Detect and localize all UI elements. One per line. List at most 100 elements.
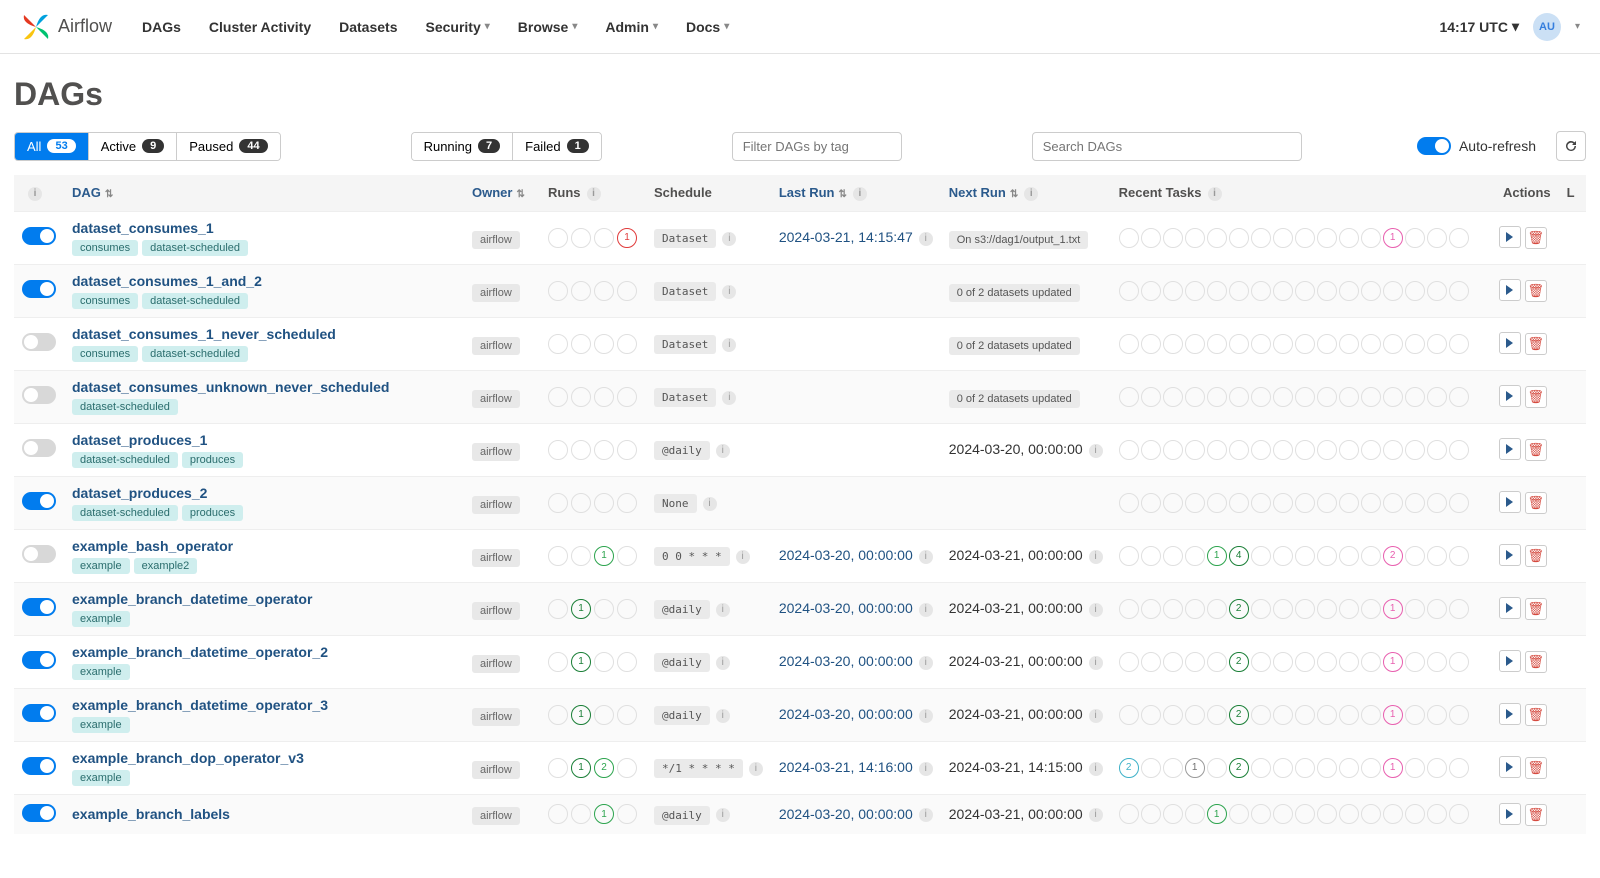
run-status-circle[interactable] — [617, 281, 637, 301]
col-owner[interactable]: Owner⇅ — [464, 175, 540, 211]
task-status-circle[interactable] — [1185, 228, 1205, 248]
task-status-circle[interactable] — [1427, 758, 1447, 778]
task-status-circle[interactable] — [1273, 599, 1293, 619]
task-status-circle[interactable] — [1119, 804, 1139, 824]
run-status-circle[interactable] — [594, 281, 614, 301]
task-status-circle[interactable] — [1229, 493, 1249, 513]
task-status-circle[interactable] — [1383, 440, 1403, 460]
run-status-circle[interactable] — [594, 440, 614, 460]
dag-link[interactable]: example_branch_labels — [72, 806, 230, 822]
filter-paused[interactable]: Paused 44 — [177, 133, 279, 160]
brand[interactable]: Airflow — [20, 11, 112, 43]
task-status-circle[interactable] — [1207, 440, 1227, 460]
dag-link[interactable]: example_bash_operator — [72, 538, 233, 554]
run-status-circle[interactable] — [571, 493, 591, 513]
info-icon[interactable]: i — [703, 497, 717, 511]
task-status-circle[interactable] — [1185, 804, 1205, 824]
run-status-circle[interactable] — [548, 758, 568, 778]
tag-chip[interactable]: dataset-scheduled — [72, 399, 178, 415]
dag-enable-toggle[interactable] — [22, 439, 56, 457]
run-status-circle[interactable] — [571, 387, 591, 407]
tag-chip[interactable]: example — [72, 664, 130, 680]
task-status-circle[interactable] — [1119, 281, 1139, 301]
auto-refresh-toggle[interactable] — [1417, 137, 1451, 155]
task-status-circle[interactable] — [1295, 334, 1315, 354]
trigger-button[interactable] — [1499, 279, 1521, 301]
task-status-circle[interactable] — [1251, 387, 1271, 407]
search-input[interactable] — [1032, 132, 1302, 161]
task-status-circle[interactable] — [1207, 652, 1227, 672]
dag-enable-toggle[interactable] — [22, 704, 56, 722]
tag-chip[interactable]: consumes — [72, 293, 138, 309]
filter-active[interactable]: Active 9 — [89, 133, 178, 160]
task-status-circle[interactable] — [1449, 334, 1469, 354]
task-status-circle[interactable] — [1317, 546, 1337, 566]
avatar[interactable]: AU — [1533, 13, 1561, 41]
task-status-circle[interactable] — [1449, 493, 1469, 513]
task-status-circle[interactable] — [1449, 228, 1469, 248]
run-status-circle[interactable]: 1 — [571, 705, 591, 725]
task-status-circle[interactable] — [1295, 493, 1315, 513]
task-status-circle[interactable] — [1163, 599, 1183, 619]
task-status-circle[interactable] — [1141, 599, 1161, 619]
task-status-circle[interactable] — [1405, 652, 1425, 672]
task-status-circle[interactable] — [1273, 228, 1293, 248]
task-status-circle[interactable] — [1273, 652, 1293, 672]
dag-enable-toggle[interactable] — [22, 386, 56, 404]
tag-chip[interactable]: example — [72, 558, 130, 574]
nav-item-admin[interactable]: Admin▾ — [605, 19, 658, 35]
filter-failed[interactable]: Failed 1 — [513, 133, 601, 160]
run-status-circle[interactable] — [617, 440, 637, 460]
task-status-circle[interactable] — [1295, 804, 1315, 824]
delete-button[interactable]: 🗑 — [1525, 757, 1547, 779]
info-icon[interactable]: i — [919, 656, 933, 670]
task-status-circle[interactable] — [1251, 705, 1271, 725]
schedule-chip[interactable]: @daily — [654, 441, 710, 460]
task-status-circle[interactable] — [1119, 599, 1139, 619]
dag-enable-toggle[interactable] — [22, 757, 56, 775]
nav-item-docs[interactable]: Docs▾ — [686, 19, 729, 35]
task-status-circle[interactable] — [1339, 228, 1359, 248]
run-status-circle[interactable] — [617, 599, 637, 619]
nav-item-browse[interactable]: Browse▾ — [518, 19, 578, 35]
task-status-circle[interactable] — [1339, 493, 1359, 513]
task-status-circle[interactable] — [1449, 387, 1469, 407]
task-status-circle[interactable] — [1273, 705, 1293, 725]
task-status-circle[interactable] — [1207, 493, 1227, 513]
task-status-circle[interactable] — [1141, 705, 1161, 725]
task-status-circle[interactable] — [1361, 758, 1381, 778]
task-status-circle[interactable] — [1405, 387, 1425, 407]
task-status-circle[interactable] — [1405, 546, 1425, 566]
run-status-circle[interactable] — [594, 334, 614, 354]
next-run-chip[interactable]: 0 of 2 datasets updated — [949, 284, 1080, 302]
task-status-circle[interactable] — [1449, 546, 1469, 566]
run-status-circle[interactable] — [548, 281, 568, 301]
task-status-circle[interactable]: 2 — [1119, 758, 1139, 778]
info-icon[interactable]: i — [736, 550, 750, 564]
run-status-circle[interactable] — [617, 804, 637, 824]
task-status-circle[interactable] — [1405, 599, 1425, 619]
task-status-circle[interactable] — [1251, 281, 1271, 301]
task-status-circle[interactable] — [1207, 281, 1227, 301]
task-status-circle[interactable] — [1163, 758, 1183, 778]
task-status-circle[interactable] — [1273, 546, 1293, 566]
tag-chip[interactable]: dataset-scheduled — [72, 452, 178, 468]
task-status-circle[interactable] — [1273, 440, 1293, 460]
tag-filter-input[interactable] — [732, 132, 902, 161]
task-status-circle[interactable] — [1119, 334, 1139, 354]
trigger-button[interactable] — [1499, 544, 1521, 566]
task-status-circle[interactable]: 1 — [1383, 599, 1403, 619]
task-status-circle[interactable] — [1207, 334, 1227, 354]
task-status-circle[interactable] — [1119, 387, 1139, 407]
schedule-chip[interactable]: @daily — [654, 600, 710, 619]
owner-chip[interactable]: airflow — [472, 337, 520, 355]
task-status-circle[interactable] — [1339, 705, 1359, 725]
owner-chip[interactable]: airflow — [472, 443, 520, 461]
task-status-circle[interactable] — [1229, 804, 1249, 824]
info-icon[interactable]: i — [716, 808, 730, 822]
task-status-circle[interactable] — [1185, 493, 1205, 513]
delete-button[interactable]: 🗑 — [1525, 280, 1547, 302]
task-status-circle[interactable] — [1119, 440, 1139, 460]
task-status-circle[interactable] — [1427, 652, 1447, 672]
run-status-circle[interactable] — [617, 334, 637, 354]
